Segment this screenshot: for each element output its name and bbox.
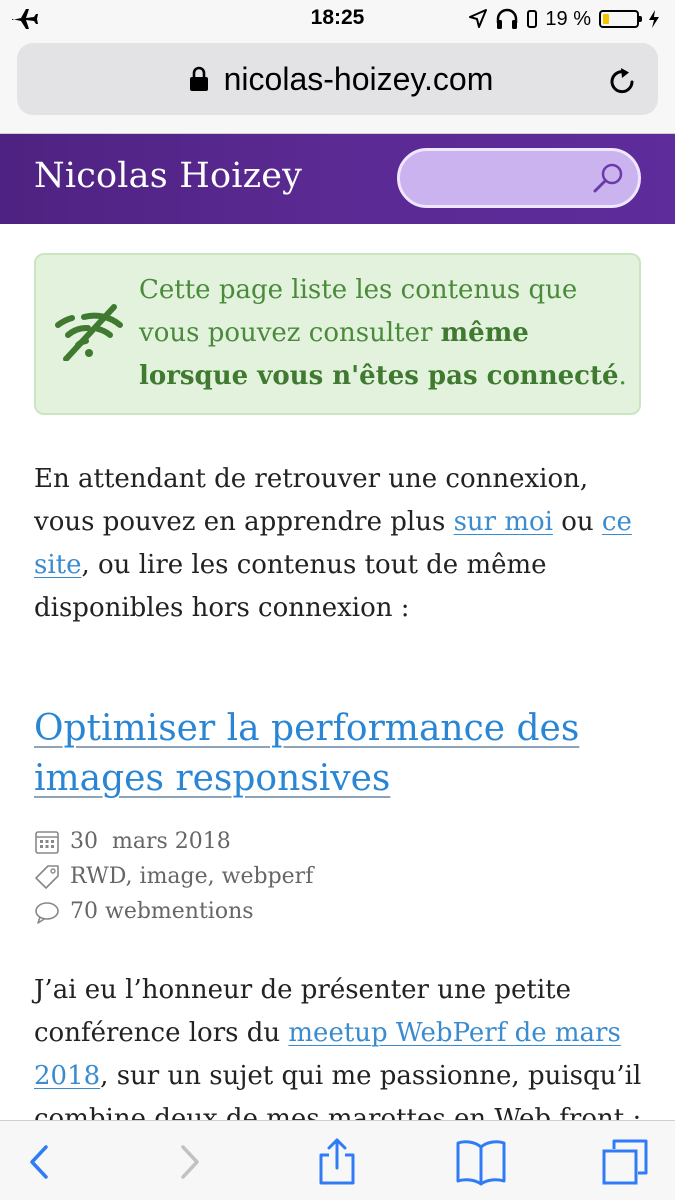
share-icon[interactable] xyxy=(312,1137,362,1187)
address-bar[interactable]: nicolas-hoizey.com xyxy=(17,43,658,115)
url-text: nicolas-hoizey.com xyxy=(223,61,494,97)
search-input[interactable] xyxy=(397,148,641,208)
article-webmentions[interactable]: 70 webmentions xyxy=(70,899,254,924)
article-webmentions-row: 70 webmentions xyxy=(34,894,313,929)
status-bar: 18:25 19 % xyxy=(0,0,675,38)
battery-percent: 19 % xyxy=(545,7,591,30)
charging-bolt-icon xyxy=(649,10,659,28)
bookmarks-icon[interactable] xyxy=(455,1137,507,1187)
headphones-icon xyxy=(497,8,518,29)
article-excerpt: J’ai eu l’honneur de présenter une petit… xyxy=(34,975,642,1120)
wifi-off-icon xyxy=(55,304,123,361)
tag-icon xyxy=(35,864,59,889)
article-title: Optimiser la performance des images resp… xyxy=(34,704,634,804)
offline-notice-text: Cette page liste les contenus que vous p… xyxy=(139,275,627,391)
article-tags[interactable]: RWD, image, webperf xyxy=(70,864,313,889)
link-about-me[interactable]: sur moi xyxy=(454,507,553,537)
page-content: Cette page liste les contenus que vous p… xyxy=(0,224,675,1120)
article-meta: 30 mars 2018 RWD, image, webperf 70 webm… xyxy=(34,824,313,929)
search-icon[interactable] xyxy=(592,161,626,195)
article-date-row: 30 mars 2018 xyxy=(34,824,313,859)
site-header: Nicolas Hoizey xyxy=(0,134,675,224)
forward-icon[interactable] xyxy=(165,1137,215,1187)
back-icon[interactable] xyxy=(14,1137,64,1187)
browser-toolbar xyxy=(0,1120,675,1200)
browser-address-area: nicolas-hoizey.com xyxy=(0,38,675,134)
tabs-icon[interactable] xyxy=(600,1137,650,1187)
intro-paragraph: En attendant de retrouver une connexion,… xyxy=(34,464,632,623)
offline-notice: Cette page liste les contenus que vous p… xyxy=(34,253,641,415)
battery-icon xyxy=(599,10,642,28)
article-title-link[interactable]: Optimiser la performance des images resp… xyxy=(34,708,579,799)
status-indicators: 19 % xyxy=(469,6,661,32)
reload-icon[interactable] xyxy=(606,65,638,97)
article-date: 30 mars 2018 xyxy=(70,829,231,854)
battery-fill xyxy=(603,14,609,24)
location-arrow-icon xyxy=(469,9,488,28)
site-title[interactable]: Nicolas Hoizey xyxy=(34,156,302,196)
orientation-lock-icon xyxy=(527,10,538,28)
calendar-icon xyxy=(35,830,59,854)
speech-bubble-icon xyxy=(35,901,59,924)
article-tags-row: RWD, image, webperf xyxy=(34,859,313,894)
